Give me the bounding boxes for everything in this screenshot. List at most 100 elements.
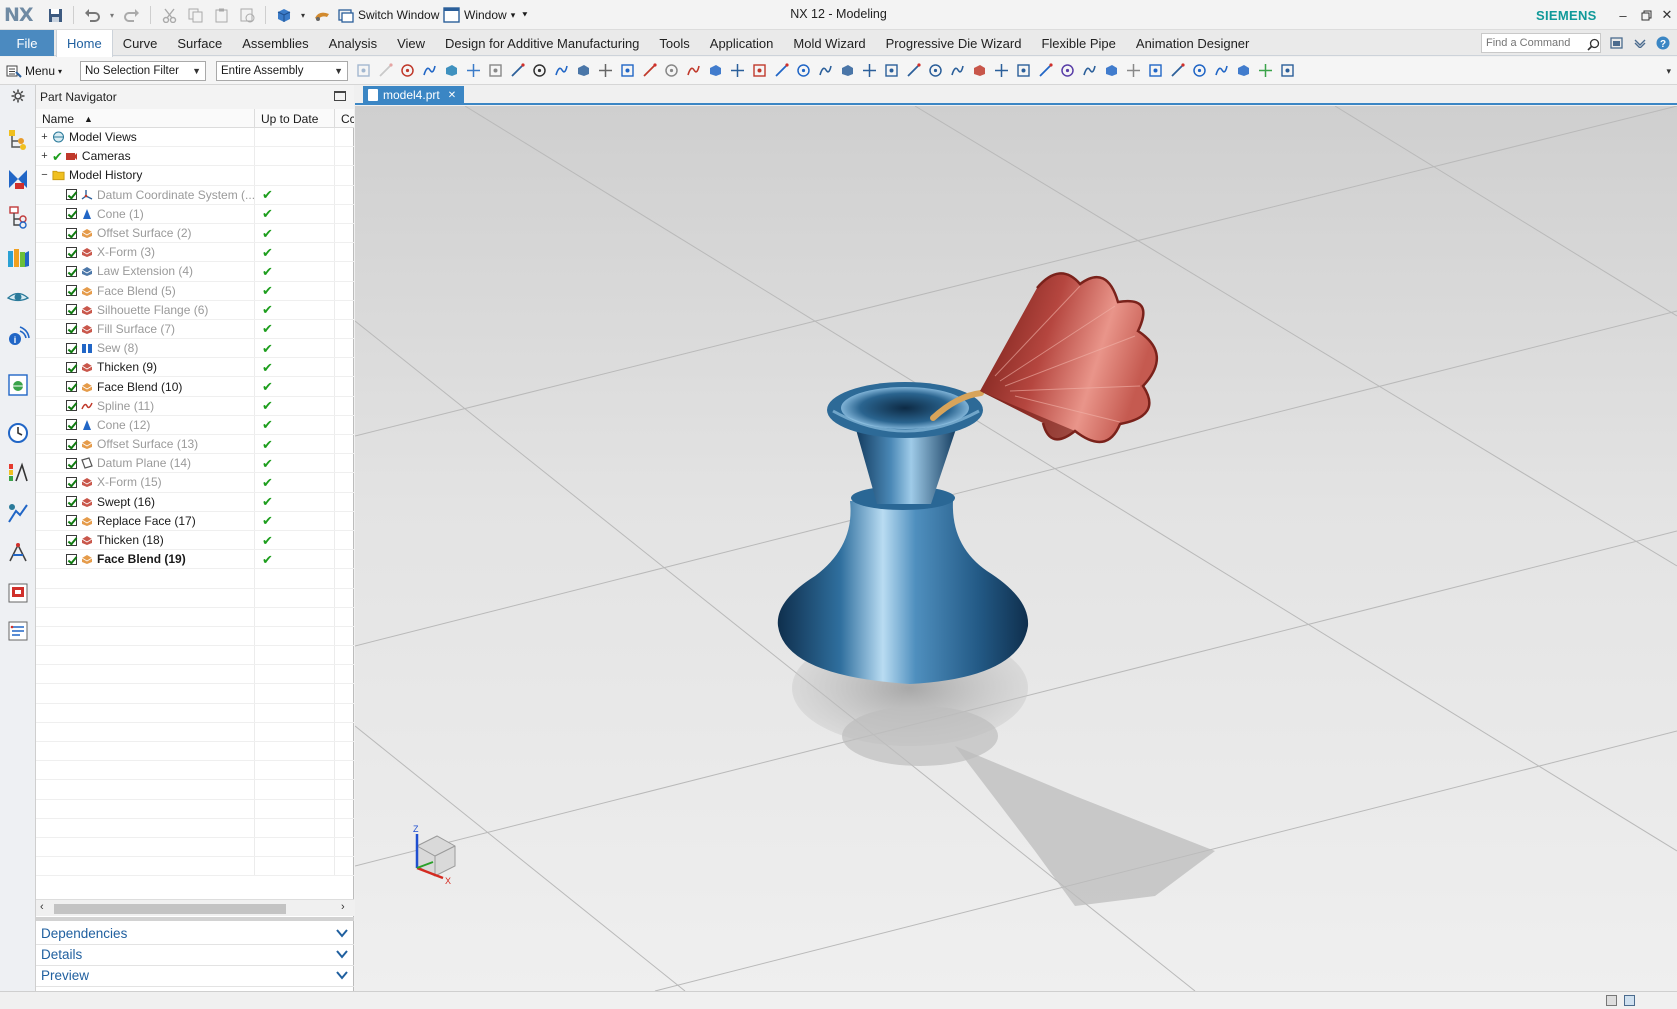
feature-row[interactable]: Face Blend (5) ✔ [36,281,354,301]
cut-icon[interactable] [158,5,180,25]
feature-checkbox[interactable] [66,381,77,393]
feature-checkbox[interactable] [66,323,77,335]
ribbon-collapse-icon[interactable] [1631,34,1649,52]
feature-checkbox[interactable] [66,438,77,450]
midpoint-icon[interactable] [728,61,747,80]
copy-icon[interactable] [184,5,206,25]
web-browser-icon[interactable] [4,371,32,399]
hide-all-icon[interactable] [596,61,615,80]
block-dropdown-icon[interactable]: ▾ [299,5,307,25]
control-point-icon[interactable] [706,61,725,80]
ribbon-tab-mold-wizard[interactable]: Mold Wizard [783,30,875,56]
feature-row[interactable]: Offset Surface (13) ✔ [36,435,354,455]
scope-dropdown[interactable]: Entire Assembly ▼ [216,61,348,81]
maximize-icon[interactable] [334,91,346,101]
touch-mode-icon[interactable] [311,5,333,25]
feature-checkbox[interactable] [66,553,77,565]
check-icon[interactable]: ✔ [52,150,63,163]
edit-section-icon[interactable] [1190,61,1209,80]
feature-checkbox[interactable] [66,515,77,527]
layer-icon[interactable] [1278,61,1297,80]
ribbon-tab-tools[interactable]: Tools [649,30,699,56]
spline-snap-icon[interactable] [904,61,923,80]
close-icon[interactable]: ✕ [1656,4,1677,26]
info-wifi-icon[interactable]: i [4,323,32,351]
select-box-icon[interactable] [508,61,527,80]
show-hide-icon[interactable] [574,61,593,80]
ribbon-tab-surface[interactable]: Surface [167,30,232,56]
ribbon-tab-curve[interactable]: Curve [113,30,168,56]
status-window-icon[interactable] [1624,995,1635,1006]
panel-dependencies[interactable]: Dependencies [36,923,354,945]
history-clock-icon[interactable] [4,419,32,447]
panel-details[interactable]: Details [36,944,354,966]
feature-row[interactable]: Face Blend (19) ✔ [36,550,354,570]
feature-row[interactable]: Datum Coordinate System (... ✔ [36,185,354,205]
feature-checkbox[interactable] [66,265,77,277]
redo-icon[interactable] [121,5,143,25]
feature-checkbox[interactable] [66,361,77,373]
quadrant-icon[interactable] [772,61,791,80]
part-navigator-icon[interactable] [4,203,32,231]
feature-row[interactable]: Thicken (9) ✔ [36,358,354,378]
solid-icon[interactable] [1080,61,1099,80]
visual-display-icon[interactable] [4,283,32,311]
ribbon-window-icon[interactable] [1607,34,1625,52]
roles-icon[interactable] [4,499,32,527]
panel-splitter[interactable] [36,917,354,921]
switch-window-button[interactable]: Switch Window [338,5,439,25]
feature-checkbox[interactable] [66,285,77,297]
ribbon-tab-design-for-additive-manufacturing[interactable]: Design for Additive Manufacturing [435,30,649,56]
process-studio-icon[interactable] [4,617,32,645]
lasso-icon[interactable] [552,61,571,80]
feature-row[interactable]: X-Form (3) ✔ [36,243,354,263]
circle-snap-icon[interactable] [970,61,989,80]
ribbon-tab-application[interactable]: Application [700,30,784,56]
paste-special-icon[interactable] [236,5,258,25]
hd3d-tools-icon[interactable] [4,579,32,607]
point-on-curve-icon[interactable] [992,61,1011,80]
feature-checkbox[interactable] [66,476,77,488]
ribbon-tab-assemblies[interactable]: Assemblies [232,30,318,56]
command-search-input[interactable] [1481,33,1601,53]
close-tab-icon[interactable]: ✕ [448,90,456,101]
feature-row[interactable]: X-Form (15) ✔ [36,473,354,493]
save-icon[interactable] [44,5,66,25]
ribbon-tab-view[interactable]: View [387,30,435,56]
intersection-icon[interactable] [750,61,769,80]
scrollbar-thumb[interactable] [54,904,286,914]
ribbon-tab-home[interactable]: Home [56,30,113,57]
table-icon[interactable] [1212,61,1231,80]
selection-intent-icon[interactable] [354,61,373,80]
feature-row[interactable]: Offset Surface (2) ✔ [36,223,354,244]
feature-checkbox[interactable] [66,246,77,258]
component-filter-icon[interactable] [486,61,505,80]
feature-row[interactable]: Thicken (18) ✔ [36,530,354,551]
feature-row[interactable]: Fill Surface (7) ✔ [36,319,354,340]
feature-row[interactable]: Cone (1) ✔ [36,204,354,224]
snap-icon[interactable] [376,61,395,80]
feature-row[interactable]: Sew (8) ✔ [36,339,354,359]
feature-row[interactable]: Cone (12) ✔ [36,415,354,435]
feature-row[interactable]: Silhouette Flange (6) ✔ [36,300,354,320]
curve-snap-icon[interactable] [860,61,879,80]
color-icon[interactable] [1256,61,1275,80]
tree-group-cameras[interactable]: + ✔ Cameras [36,147,354,167]
feature-row[interactable]: Spline (11) ✔ [36,396,354,416]
rotate-view-icon[interactable] [1146,61,1165,80]
body-filter-icon[interactable] [464,61,483,80]
graphics-viewport[interactable]: Z X [355,106,1677,991]
feature-checkbox[interactable] [66,342,77,354]
scroll-left-icon[interactable]: ‹ [40,901,44,913]
feature-checkbox[interactable] [66,400,77,412]
tree-group-model-history[interactable]: − Model History [36,166,354,186]
ribbon-tab-analysis[interactable]: Analysis [319,30,387,56]
tab-model4[interactable]: model4.prt ✕ [363,86,465,104]
undo-icon[interactable] [81,5,103,25]
pan-icon[interactable] [1168,61,1187,80]
feature-checkbox[interactable] [66,227,77,239]
column-header-up-to-date[interactable]: Up to Date [255,109,335,128]
render-style-icon[interactable] [1234,61,1253,80]
view-section-icon[interactable] [1124,61,1143,80]
system-scene-icon[interactable] [4,539,32,567]
